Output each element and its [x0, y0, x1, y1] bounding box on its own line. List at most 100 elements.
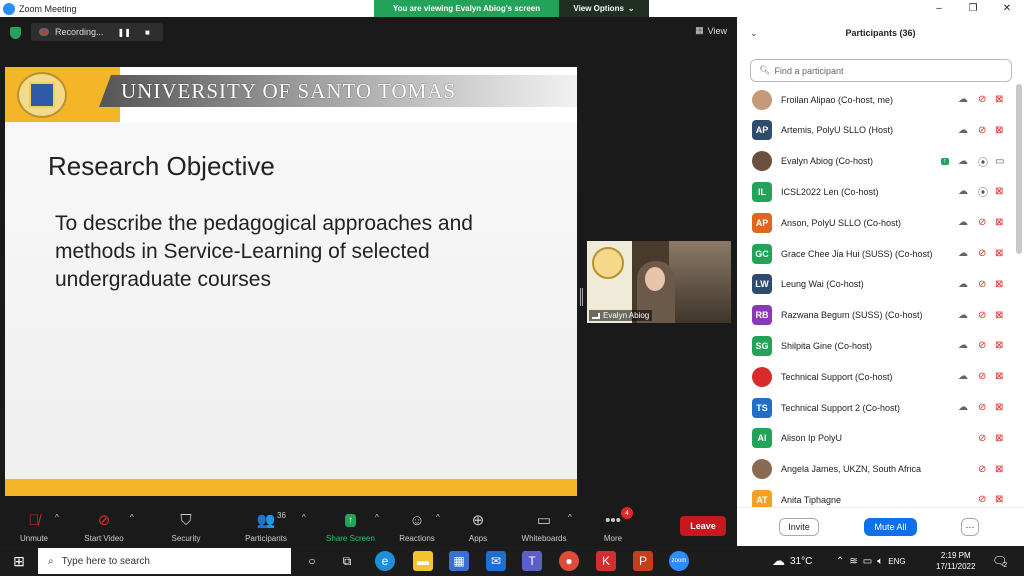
edge-icon[interactable]: e	[375, 551, 395, 571]
participant-row[interactable]: AP Anson, PolyU SLLO (Co-host) ☁ ⊘ ⊠	[737, 207, 1017, 238]
video-options-caret[interactable]: ^	[130, 513, 134, 522]
speaker-icon[interactable]: 🔈︎	[877, 556, 883, 567]
video-off-icon[interactable]: ⊠	[995, 371, 1003, 382]
teams-icon[interactable]: T	[522, 551, 542, 571]
participant-row[interactable]: RB Razwana Begum (SUSS) (Co-host) ☁ ⊘ ⊠	[737, 300, 1017, 331]
participant-row[interactable]: AI Alison Ip PolyU ⊘ ⊠	[737, 423, 1017, 454]
mail-icon[interactable]: ✉	[486, 551, 506, 571]
slide-footer	[5, 479, 577, 496]
taskbar-search-input[interactable]: ⌕ Type here to search	[38, 548, 291, 574]
video-off-icon[interactable]: ⊠	[995, 94, 1003, 105]
shield-icon[interactable]	[10, 27, 21, 39]
task-view-icon[interactable]: ⧉	[337, 551, 357, 571]
participants-options-caret[interactable]: ^	[302, 513, 306, 522]
video-off-icon[interactable]: ⊠	[995, 125, 1003, 136]
participant-row[interactable]: Angela James, UKZN, South Africa ⊘ ⊠	[737, 454, 1017, 485]
video-off-icon[interactable]: ⊠	[995, 433, 1003, 444]
view-button[interactable]: ▦ View	[695, 25, 727, 36]
store-icon[interactable]: ▦	[449, 551, 469, 571]
notification-button[interactable]: 🗨︎ 2	[992, 546, 1007, 576]
mic-muted-icon[interactable]: ⊘	[978, 433, 986, 444]
recording-icon: ☁	[958, 155, 968, 167]
chevron-down-icon[interactable]: ⌄	[750, 28, 758, 39]
start-video-button[interactable]: ⊘ Start Video	[80, 505, 128, 546]
participant-row[interactable]: GC Grace Chee Jia Hui (SUSS) (Co-host) ☁ ⊘ ⊠	[737, 238, 1017, 269]
mic-muted-icon[interactable]: ⊘	[978, 340, 986, 351]
stop-recording-button[interactable]: ■	[145, 28, 150, 37]
mic-muted-icon[interactable]: ⊘	[978, 217, 986, 228]
powerpoint-icon[interactable]: P	[633, 551, 653, 571]
mic-muted-icon[interactable]: ⊘	[978, 279, 986, 290]
video-off-icon[interactable]: ⊠	[995, 402, 1003, 413]
windows-start-icon[interactable]: ⊞	[9, 551, 29, 571]
mic-muted-icon[interactable]: ⊘	[978, 94, 986, 105]
close-button[interactable]: ✕	[990, 0, 1024, 17]
participant-row[interactable]: Froilan Alipao (Co-host, me) ☁ ⊘ ⊠	[737, 84, 1017, 115]
participant-row[interactable]: Technical Support (Co-host) ☁ ⊘ ⊠	[737, 361, 1017, 392]
clock-time: 2:19 PM	[940, 551, 971, 560]
participant-name: Angela James, UKZN, South Africa	[781, 464, 922, 475]
mic-muted-icon[interactable]: ⊘	[978, 464, 986, 475]
panel-more-button[interactable]: ···	[961, 518, 979, 536]
video-off-icon[interactable]: ⊠	[995, 217, 1003, 228]
zoom-taskbar-icon[interactable]: zoom	[669, 551, 689, 571]
whiteboards-button[interactable]: ▭ Whiteboards	[517, 505, 571, 546]
mic-muted-icon[interactable]: ⊘	[978, 402, 986, 413]
video-icon[interactable]: ▭	[995, 156, 1004, 167]
reactions-options-caret[interactable]: ^	[436, 513, 440, 522]
video-off-icon[interactable]: ⊠	[995, 340, 1003, 351]
participant-row[interactable]: AP Artemis, PolyU SLLO (Host) ☁ ⊘ ⊠	[737, 115, 1017, 146]
mic-muted-icon[interactable]: ⊘	[978, 248, 986, 259]
invite-button[interactable]: Invite	[779, 518, 819, 536]
chrome-icon[interactable]: ●	[559, 551, 579, 571]
participant-search-input[interactable]: 🔍︎ Find a participant	[750, 59, 1012, 82]
view-options-button[interactable]: View Options ⌄	[559, 0, 649, 17]
pause-recording-button[interactable]: ❚❚	[118, 28, 131, 37]
reactions-button[interactable]: ☺ Reactions	[397, 505, 437, 546]
tray-chevron-icon[interactable]: ⌃	[836, 556, 844, 567]
unmute-label: Unmute	[19, 534, 48, 543]
apps-button[interactable]: ⊕ Apps	[465, 505, 491, 546]
language-indicator[interactable]: ENG	[888, 557, 905, 566]
share-options-caret[interactable]: ^	[375, 513, 379, 522]
panel-scrollbar[interactable]	[1016, 84, 1022, 254]
mic-icon[interactable]: ⦿	[978, 154, 988, 169]
participant-row[interactable]: LW Leung Wai (Co-host) ☁ ⊘ ⊠	[737, 269, 1017, 300]
video-off-icon[interactable]: ⊠	[995, 248, 1003, 259]
video-off-icon[interactable]: ⊠	[995, 186, 1003, 197]
video-off-icon[interactable]: ⊠	[995, 464, 1003, 475]
minimize-button[interactable]: –	[922, 0, 956, 17]
battery-icon[interactable]: ▭	[863, 556, 872, 567]
share-screen-button[interactable]: ↑ Share Screen	[323, 505, 378, 546]
mute-all-button[interactable]: Mute All	[864, 518, 917, 536]
video-off-icon[interactable]: ⊠	[995, 310, 1003, 321]
leave-button[interactable]: Leave	[680, 516, 726, 536]
mic-icon[interactable]: ⦿	[978, 184, 988, 199]
signal-icon	[592, 312, 600, 319]
security-button[interactable]: ⛉ Security	[168, 505, 204, 546]
mic-muted-icon[interactable]: ⊘	[978, 494, 986, 505]
participant-row[interactable]: Evalyn Abiog (Co-host) ↑ ☁ ⦿ ▭	[737, 146, 1017, 177]
unmute-button[interactable]: 🎙̸ Unmute	[16, 505, 52, 546]
whiteboards-options-caret[interactable]: ^	[568, 513, 572, 522]
participant-row[interactable]: SG Shilpita Gine (Co-host) ☁ ⊘ ⊠	[737, 330, 1017, 361]
audio-options-caret[interactable]: ^	[55, 513, 59, 522]
wifi-icon[interactable]: ≋	[849, 556, 857, 567]
recording-icon: ☁	[958, 124, 968, 136]
clock[interactable]: 2:19 PM 17/11/2022	[936, 546, 975, 576]
video-thumbnail[interactable]: Evalyn Abiog	[587, 241, 731, 323]
weather-widget[interactable]: ☁ 31°C	[772, 546, 812, 576]
file-explorer-icon[interactable]: ▬	[413, 551, 433, 571]
whiteboards-label: Whiteboards	[521, 534, 567, 543]
cortana-icon[interactable]: ○	[302, 551, 322, 571]
antivirus-icon[interactable]: K	[596, 551, 616, 571]
mic-muted-icon[interactable]: ⊘	[978, 371, 986, 382]
video-off-icon[interactable]: ⊠	[995, 279, 1003, 290]
mic-muted-icon[interactable]: ⊘	[978, 310, 986, 321]
mic-muted-icon[interactable]: ⊘	[978, 125, 986, 136]
participant-row[interactable]: TS Technical Support 2 (Co-host) ☁ ⊘ ⊠	[737, 392, 1017, 423]
participant-row[interactable]: IL ICSL2022 Len (Co-host) ☁ ⦿ ⊠	[737, 176, 1017, 207]
panel-resize-handle[interactable]	[580, 288, 583, 306]
video-off-icon[interactable]: ⊠	[995, 494, 1003, 505]
maximize-button[interactable]: ❐	[956, 0, 990, 17]
